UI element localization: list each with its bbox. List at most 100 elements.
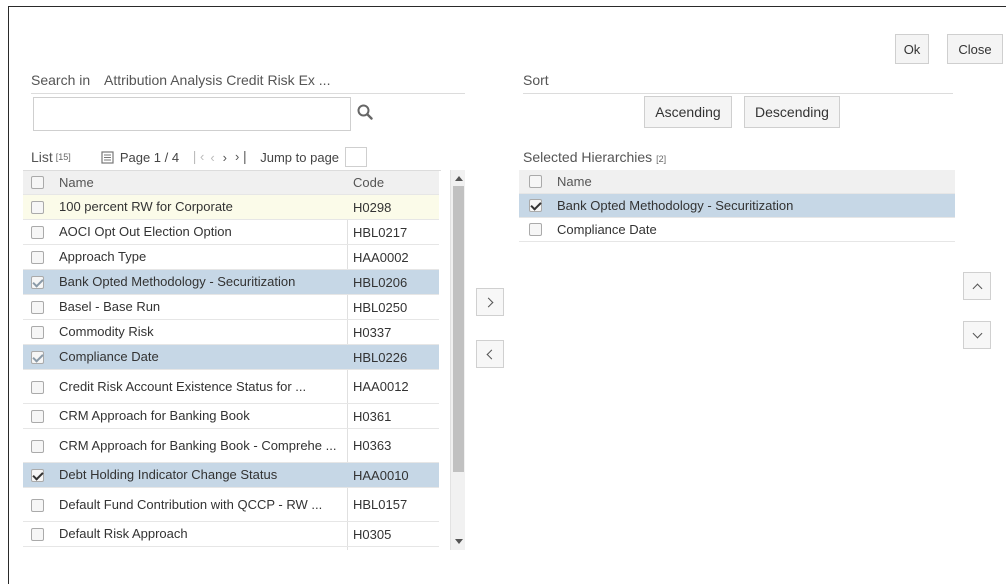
prev-page-icon[interactable]: ‹: [210, 150, 214, 165]
row-name: Bank Opted Methodology - Securitization: [59, 274, 296, 289]
row-code: HBL0226: [353, 349, 408, 365]
last-page-icon[interactable]: ›❘: [235, 149, 250, 165]
row-checkbox[interactable]: [31, 226, 44, 239]
search-divider: [31, 93, 465, 94]
row-checkbox[interactable]: [31, 410, 44, 423]
row-checkbox[interactable]: [31, 201, 44, 214]
code-column-header[interactable]: Code: [353, 175, 441, 190]
table-row[interactable]: CRM Approach for Banking Book H0361: [23, 404, 439, 429]
jump-to-page-input[interactable]: [345, 147, 368, 167]
select-all-selected-checkbox[interactable]: [529, 175, 542, 188]
list-count: [15]: [55, 152, 71, 162]
scroll-down-icon[interactable]: [455, 539, 463, 544]
row-code: HBL0250: [353, 299, 408, 315]
row-name: Default Fund Contribution with QCCP - RW…: [59, 496, 323, 512]
move-left-icon: [486, 349, 497, 359]
table-row[interactable]: Debt Holding Indicator Change Status HAA0…: [23, 463, 439, 488]
move-down-button[interactable]: [963, 321, 991, 349]
next-page-icon[interactable]: ›: [223, 150, 227, 165]
selected-count: [2]: [656, 154, 667, 164]
sort-label: Sort: [523, 72, 549, 88]
move-down-icon: [972, 328, 982, 338]
row-checkbox[interactable]: [31, 251, 44, 264]
table-row[interactable]: AOCI Opt Out Election Option HBL0217: [23, 220, 439, 245]
row-checkbox[interactable]: [31, 380, 44, 394]
table-row[interactable]: Credit Risk Account Existence Status for…: [23, 370, 439, 404]
list-scrollbar[interactable]: [450, 170, 465, 550]
row-name: Approach Type: [59, 249, 147, 264]
table-row[interactable]: Commodity Risk H0337: [23, 320, 439, 345]
row-name: CRM Approach for Banking Book: [59, 408, 250, 423]
jump-to-page-label: Jump to page: [260, 149, 340, 165]
table-row[interactable]: Default Fund Contribution with QCCP - RW…: [23, 488, 439, 522]
close-button[interactable]: Close: [947, 34, 1003, 64]
list-label: List: [31, 149, 53, 165]
search-label: Search in Attribution Analysis Credit Ri…: [31, 72, 330, 88]
row-code: HBL0217: [353, 224, 408, 240]
ascending-button[interactable]: Ascending: [644, 96, 732, 128]
descending-button[interactable]: Descending: [744, 96, 840, 128]
table-row[interactable]: Bank Opted Methodology - Securitization H…: [23, 270, 439, 295]
selected-hierarchies-table: Name Bank Opted Methodology - Securitiza…: [519, 170, 955, 242]
name-column-header[interactable]: Name: [59, 175, 344, 191]
row-checkbox[interactable]: [31, 469, 44, 482]
table-row[interactable]: Basel - Base Run HBL0250: [23, 295, 439, 320]
row-code: HBL0206: [353, 274, 408, 290]
table-header: Name Code: [23, 171, 439, 195]
search-icon[interactable]: [357, 104, 373, 120]
move-up-button[interactable]: [963, 272, 991, 300]
row-name: Default Risk Approach: [59, 526, 188, 541]
scroll-up-icon[interactable]: [455, 176, 463, 181]
row-name: CRM Approach for Banking Book - Comprehe…: [59, 437, 337, 453]
selected-name-column-header[interactable]: Name: [557, 174, 842, 190]
row-name: 100 percent RW for Corporate: [59, 199, 233, 214]
row-checkbox[interactable]: [31, 351, 44, 364]
row-code: HAA0002: [353, 249, 409, 265]
move-up-icon: [972, 283, 982, 293]
row-checkbox[interactable]: [31, 326, 44, 339]
table-row[interactable]: Compliance Date HBL0226: [23, 345, 439, 370]
table-row[interactable]: 100 percent RW for Corporate H0298: [23, 195, 439, 220]
table-row[interactable]: Approach Type HAA0002: [23, 245, 439, 270]
row-name: Credit Risk Account Existence Status for…: [59, 378, 307, 394]
selected-row[interactable]: Compliance Date: [519, 218, 955, 242]
move-right-button[interactable]: [476, 288, 504, 316]
ok-button[interactable]: Ok: [895, 34, 929, 64]
page-indicator: Page 1 / 4: [119, 149, 180, 165]
page-icon: [101, 150, 114, 164]
row-checkbox[interactable]: [31, 439, 44, 453]
row-code: H0298: [353, 199, 392, 215]
hierarchy-list-table: Name Code 100 percent RW for Corporate H0…: [23, 170, 441, 550]
selected-hierarchies-label: Selected Hierarchies [2]: [523, 149, 666, 165]
selected-row-checkbox[interactable]: [529, 199, 542, 212]
first-page-icon[interactable]: ❘‹: [189, 149, 204, 165]
row-code: H0361: [353, 408, 392, 424]
sort-divider: [523, 93, 953, 94]
table-row[interactable]: CRM Approach for Banking Book - Comprehe…: [23, 429, 439, 463]
search-in-label: Search in: [31, 72, 91, 88]
row-name: Basel - Base Run: [59, 299, 161, 314]
search-scope: Attribution Analysis Credit Risk Ex ...: [104, 72, 331, 88]
row-checkbox[interactable]: [31, 498, 44, 512]
row-name: Compliance Date: [59, 349, 159, 364]
select-all-checkbox[interactable]: [31, 176, 44, 189]
move-left-button[interactable]: [476, 340, 504, 368]
selected-row-checkbox[interactable]: [529, 223, 542, 236]
selected-row-name: Bank Opted Methodology - Securitization: [557, 197, 794, 213]
row-checkbox[interactable]: [31, 528, 44, 541]
row-name: Commodity Risk: [59, 324, 154, 339]
row-name: Debt Holding Indicator Change Status: [59, 467, 278, 482]
selected-row[interactable]: Bank Opted Methodology - Securitization: [519, 194, 955, 218]
row-code: HBL0157: [353, 497, 408, 512]
search-input[interactable]: [33, 97, 351, 131]
selected-row-name: Compliance Date: [557, 221, 657, 237]
row-checkbox[interactable]: [31, 301, 44, 314]
list-toolbar: List [15] Page 1 / 4 ❘‹ ‹ › ›❘ Jump to p…: [31, 146, 368, 168]
row-checkbox[interactable]: [31, 276, 44, 289]
row-name: AOCI Opt Out Election Option: [59, 224, 232, 239]
selected-table-header: Name: [519, 170, 955, 194]
scroll-thumb[interactable]: [453, 186, 464, 472]
table-row[interactable]: Default Risk Approach H0305: [23, 522, 439, 547]
row-code: H0363: [353, 438, 392, 453]
row-code: HAA0012: [353, 379, 409, 394]
